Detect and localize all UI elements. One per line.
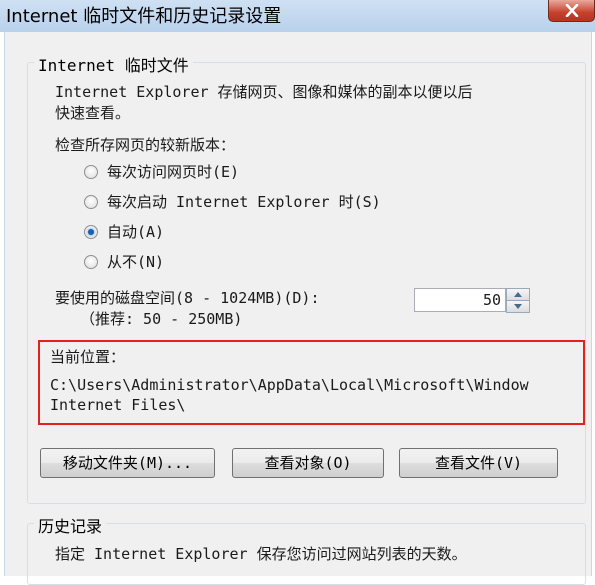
arrow-down-icon xyxy=(514,304,522,309)
radio-label: 自动(A) xyxy=(107,223,165,241)
check-versions-label: 检查所存网页的较新版本： xyxy=(55,136,236,154)
temp-files-group-title: Internet 临时文件 xyxy=(34,52,193,76)
temp-files-description-continued: 快速查看。 xyxy=(55,104,131,122)
close-icon xyxy=(565,4,579,17)
radio-button[interactable] xyxy=(84,165,98,179)
radio-button[interactable] xyxy=(84,195,98,209)
temp-files-description: Internet Explorer 存储网页、图像和媒体的副本以便以后 xyxy=(55,83,473,101)
move-folder-button[interactable]: 移动文件夹(M)... xyxy=(40,448,215,478)
close-button[interactable] xyxy=(548,0,595,22)
radio-button-selected[interactable] xyxy=(84,225,98,239)
current-location-label: 当前位置： xyxy=(50,348,126,366)
radio-button[interactable] xyxy=(84,255,98,269)
temp-files-group xyxy=(27,62,586,504)
spin-down-button[interactable] xyxy=(506,300,530,313)
radio-label: 每次启动 Internet Explorer 时(S) xyxy=(107,193,381,211)
window-title: Internet 临时文件和历史记录设置 xyxy=(6,6,282,27)
disk-space-input[interactable]: 50 xyxy=(414,288,506,312)
disk-space-hint: （推荐: 50 - 250MB) xyxy=(80,310,243,328)
radio-label: 每次访问网页时(E) xyxy=(107,163,240,181)
history-group-title: 历史记录 xyxy=(34,513,107,537)
radio-label: 从不(N) xyxy=(107,253,165,271)
location-path-line: Internet Files\ xyxy=(50,396,186,414)
view-objects-button[interactable]: 查看对象(O) xyxy=(232,448,384,478)
disk-space-label: 要使用的磁盘空间(8 - 1024MB)(D): xyxy=(55,289,320,307)
current-location-path: C:\Users\Administrator\AppData\Local\Mic… xyxy=(50,376,571,418)
location-path-line: C:\Users\Administrator\AppData\Local\Mic… xyxy=(50,376,529,394)
history-description: 指定 Internet Explorer 保存您访问过网站列表的天数。 xyxy=(55,545,467,563)
title-bar: Internet 临时文件和历史记录设置 xyxy=(0,0,595,32)
arrow-up-icon xyxy=(514,292,522,297)
view-files-button[interactable]: 查看文件(V) xyxy=(399,448,558,478)
